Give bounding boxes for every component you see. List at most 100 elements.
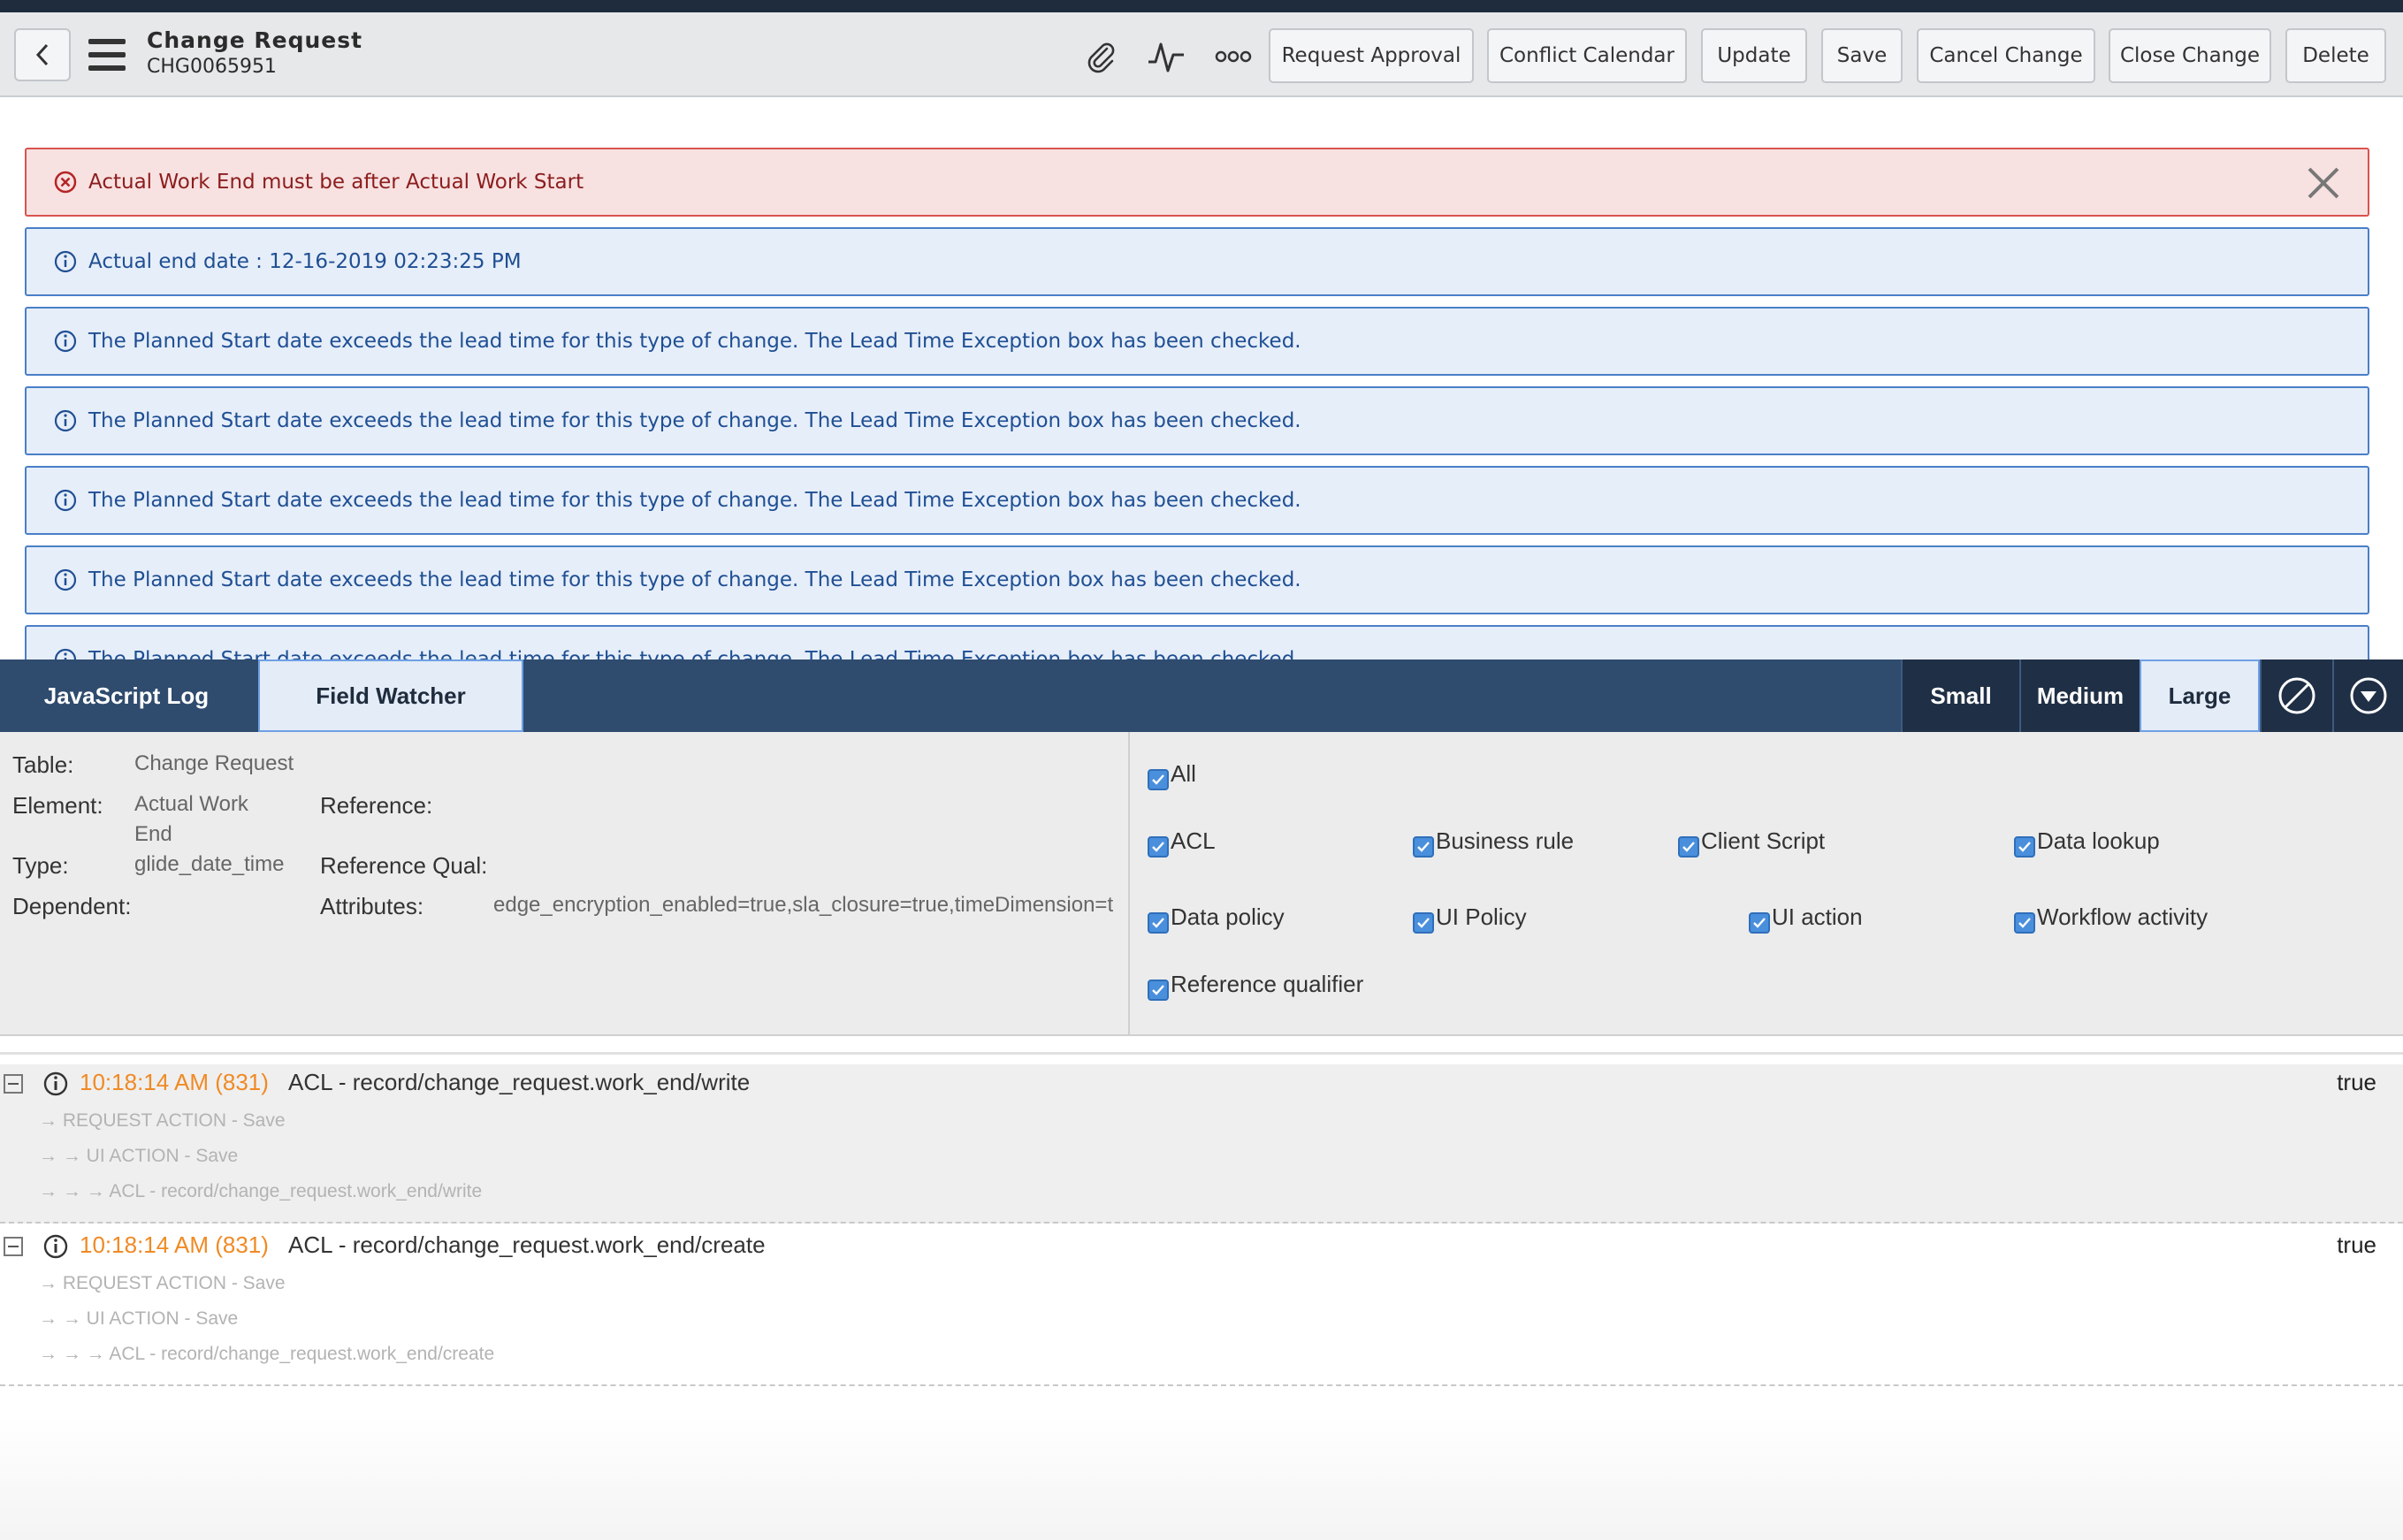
log-trace-line: → → → ACL - record/change_request.work_e… <box>39 1181 483 1201</box>
info-message: The Planned Start date exceeds the lead … <box>25 307 2369 376</box>
filter-label: UI action <box>1772 903 1863 930</box>
info-icon <box>53 568 78 592</box>
filter-data-policy-checkbox[interactable]: Data policy <box>1148 903 1285 934</box>
field-details: Table: Change Request Element: Actual Wo… <box>0 732 1130 1036</box>
close-change-button[interactable]: Close Change <box>2109 28 2271 83</box>
filter-label: Client Script <box>1701 827 1826 854</box>
info-message-text: The Planned Start date exceeds the lead … <box>88 330 1301 353</box>
more-options-icon[interactable] <box>1213 37 1254 76</box>
info-icon <box>53 329 78 354</box>
close-icon[interactable] <box>2304 164 2343 202</box>
checkmark-icon <box>1749 912 1770 934</box>
filter-ui-policy-checkbox[interactable]: UI Policy <box>1413 903 1527 934</box>
table-value: Change Request <box>134 751 294 775</box>
checkmark-icon <box>1148 836 1169 858</box>
prohibit-icon <box>2278 677 2315 714</box>
type-label: Type: <box>12 852 69 879</box>
checkmark-icon <box>1413 912 1434 934</box>
checkmark-icon <box>2014 912 2035 934</box>
log-entry: 10:18:14 AM (831) ACL - record/change_re… <box>0 1064 2403 1224</box>
filter-data-lookup-checkbox[interactable]: Data lookup <box>2014 827 2160 858</box>
filter-workflow-activity-checkbox[interactable]: Workflow activity <box>2014 903 2208 934</box>
collapse-icon[interactable] <box>4 1237 23 1256</box>
log-entry: 10:18:14 AM (831) ACL - record/change_re… <box>0 1227 2403 1386</box>
element-value-line2: End <box>134 822 172 846</box>
back-button[interactable] <box>14 28 71 81</box>
collapse-debugger-button[interactable] <box>2332 659 2403 732</box>
log-message: ACL - record/change_request.work_end/cre… <box>288 1231 766 1258</box>
log-message: ACL - record/change_request.work_end/wri… <box>288 1069 751 1095</box>
tab-javascript-log[interactable]: JavaScript Log <box>0 659 253 732</box>
chevron-down-circle-icon <box>2350 677 2387 714</box>
filter-label: Workflow activity <box>2037 903 2208 930</box>
cancel-change-button[interactable]: Cancel Change <box>1917 28 2095 83</box>
log-result: true <box>2337 1231 2376 1258</box>
hamburger-menu-icon[interactable] <box>88 39 126 71</box>
info-message-text: The Planned Start date exceeds the lead … <box>88 409 1301 432</box>
info-message: The Planned Start date exceeds the lead … <box>25 466 2369 535</box>
reference-label: Reference: <box>320 792 433 819</box>
page-title: Change Request <box>147 27 363 53</box>
size-large-button[interactable]: Large <box>2140 659 2260 732</box>
info-message-text: The Planned Start date exceeds the lead … <box>88 489 1301 512</box>
info-message: The Planned Start date exceeds the lead … <box>25 625 2369 660</box>
info-icon <box>53 488 78 513</box>
log-trace-line: → → → ACL - record/change_request.work_e… <box>39 1344 495 1364</box>
info-icon <box>42 1233 69 1264</box>
filter-label: Reference qualifier <box>1171 971 1364 997</box>
back-arrow-icon <box>35 43 49 66</box>
filter-label: Data policy <box>1171 903 1285 930</box>
checkmark-icon <box>1413 836 1434 858</box>
filter-reference-qualifier-checkbox[interactable]: Reference qualifier <box>1148 971 1363 1001</box>
debugger-toolbar: JavaScript Log Field Watcher Small Mediu… <box>0 659 2403 732</box>
empty-log-area <box>0 1414 2403 1540</box>
conflict-calendar-button[interactable]: Conflict Calendar <box>1487 28 1687 83</box>
checkmark-icon <box>2014 836 2035 858</box>
log-separator <box>0 1052 2403 1055</box>
info-message-text: The Planned Start date exceeds the lead … <box>88 648 1301 660</box>
filter-label: UI Policy <box>1436 903 1527 930</box>
dependent-label: Dependent: <box>12 893 132 919</box>
message-list: Actual Work End must be after Actual Wor… <box>0 137 2403 660</box>
element-label: Element: <box>12 792 103 819</box>
log-result: true <box>2337 1069 2376 1095</box>
info-icon <box>53 249 78 274</box>
paperclip-icon[interactable] <box>1080 37 1121 76</box>
top-stripe <box>0 0 2403 12</box>
info-icon <box>53 408 78 433</box>
info-message-text: The Planned Start date exceeds the lead … <box>88 568 1301 591</box>
size-medium-button[interactable]: Medium <box>2019 659 2140 732</box>
save-button[interactable]: Save <box>1821 28 1903 83</box>
tab-field-watcher[interactable]: Field Watcher <box>258 659 523 732</box>
filter-acl-checkbox[interactable]: ACL <box>1148 827 1216 858</box>
log-trace-line: → → UI ACTION - Save <box>39 1146 239 1166</box>
filter-label: All <box>1171 760 1196 787</box>
activity-pulse-icon[interactable] <box>1146 37 1186 76</box>
clear-log-button[interactable] <box>2260 659 2332 732</box>
log-trace-line: → REQUEST ACTION - Save <box>39 1110 286 1131</box>
info-message: The Planned Start date exceeds the lead … <box>25 545 2369 614</box>
record-number: CHG0065951 <box>147 56 277 78</box>
size-small-button[interactable]: Small <box>1901 659 2019 732</box>
checkmark-icon <box>1148 769 1169 790</box>
filter-label: Data lookup <box>2037 827 2160 854</box>
filter-business-rule-checkbox[interactable]: Business rule <box>1413 827 1574 858</box>
attributes-value: edge_encryption_enabled=true,sla_closure… <box>493 893 1114 917</box>
filter-ui-action-checkbox[interactable]: UI action <box>1749 903 1863 934</box>
checkmark-icon <box>1148 912 1169 934</box>
request-approval-button[interactable]: Request Approval <box>1269 28 1474 83</box>
update-button[interactable]: Update <box>1701 28 1807 83</box>
filter-client-script-checkbox[interactable]: Client Script <box>1678 827 1825 858</box>
filter-label: Business rule <box>1436 827 1575 854</box>
log-trace-line: → → UI ACTION - Save <box>39 1308 239 1329</box>
info-message: The Planned Start date exceeds the lead … <box>25 386 2369 455</box>
filter-all-checkbox[interactable]: All <box>1148 760 1196 790</box>
info-icon <box>53 647 78 660</box>
error-message: Actual Work End must be after Actual Wor… <box>25 148 2369 217</box>
info-message: Actual end date : 12-16-2019 02:23:25 PM <box>25 227 2369 296</box>
delete-button[interactable]: Delete <box>2285 28 2386 83</box>
collapse-icon[interactable] <box>4 1074 23 1094</box>
error-message-text: Actual Work End must be after Actual Wor… <box>88 171 584 194</box>
form-header: Change Request CHG0065951 Request Approv… <box>0 12 2403 97</box>
table-label: Table: <box>12 751 74 778</box>
